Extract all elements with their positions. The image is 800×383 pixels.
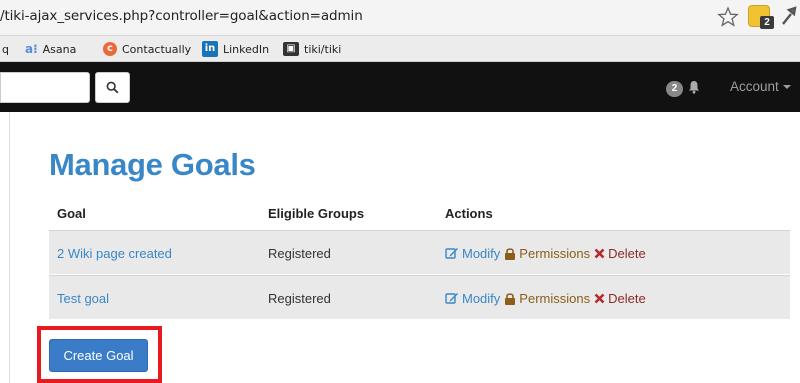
page-title: Manage Goals — [49, 147, 256, 182]
search-input[interactable] — [0, 72, 90, 103]
goal-link[interactable]: Test goal — [57, 291, 109, 306]
eligible-groups-cell: Registered — [268, 290, 331, 306]
bookmark-star-icon[interactable] — [717, 6, 739, 28]
account-menu[interactable]: Account — [730, 79, 791, 94]
modify-link[interactable]: Modify — [445, 291, 500, 306]
modify-link[interactable]: Modify — [445, 246, 500, 261]
top-navbar: 2 Account — [0, 62, 800, 112]
permissions-link[interactable]: Permissions — [504, 246, 590, 261]
browser-address-bar: /tiki-ajax_services.php?controller=goal&… — [0, 0, 800, 36]
table-row: Test goal Registered Modify Permissions … — [49, 275, 790, 319]
bell-icon[interactable] — [688, 80, 700, 94]
eligible-groups-cell: Registered — [268, 245, 331, 261]
table-row: 2 Wiki page created Registered Modify Pe… — [49, 230, 790, 274]
url-field[interactable]: /tiki-ajax_services.php?controller=goal&… — [0, 8, 363, 24]
asana-icon: a⁝ — [25, 42, 38, 56]
column-header-actions: Actions — [445, 206, 493, 221]
search-icon — [106, 81, 119, 94]
tiki-icon: ▣ — [283, 42, 299, 56]
edit-icon — [445, 247, 458, 259]
actions-cell: Modify Permissions Delete — [445, 231, 646, 275]
lock-icon — [505, 292, 516, 305]
notification-count-badge[interactable]: 2 — [666, 81, 683, 97]
bookmark-linkedin[interactable]: in LinkedIn — [202, 36, 269, 62]
close-icon — [594, 293, 605, 303]
goal-link[interactable]: 2 Wiki page created — [57, 246, 172, 261]
create-goal-button[interactable]: Create Goal — [49, 339, 148, 372]
content-border — [9, 112, 10, 383]
extension-badge: 2 — [760, 16, 774, 29]
bookmark-tiki[interactable]: ▣ tiki/tiki — [283, 36, 341, 62]
actions-cell: Modify Permissions Delete — [445, 276, 646, 320]
contactually-icon: c — [103, 42, 117, 56]
delete-link[interactable]: Delete — [594, 246, 646, 261]
bookmarks-bar: q a⁝ Asana c Contactually in LinkedIn ▣ … — [0, 36, 800, 62]
bookmark-item[interactable]: q — [2, 36, 9, 62]
bookmark-contactually[interactable]: c Contactually — [103, 36, 191, 62]
wrench-icon[interactable] — [777, 4, 799, 28]
column-header-eligible-groups: Eligible Groups — [268, 206, 365, 221]
chevron-down-icon — [782, 85, 791, 90]
column-header-goal: Goal — [57, 206, 86, 221]
permissions-link[interactable]: Permissions — [504, 291, 590, 306]
search-button[interactable] — [95, 72, 130, 103]
lock-icon — [505, 247, 516, 260]
bookmark-asana[interactable]: a⁝ Asana — [25, 36, 76, 62]
close-icon — [594, 248, 605, 258]
linkedin-icon: in — [202, 41, 218, 57]
edit-icon — [445, 292, 458, 304]
delete-link[interactable]: Delete — [594, 291, 646, 306]
